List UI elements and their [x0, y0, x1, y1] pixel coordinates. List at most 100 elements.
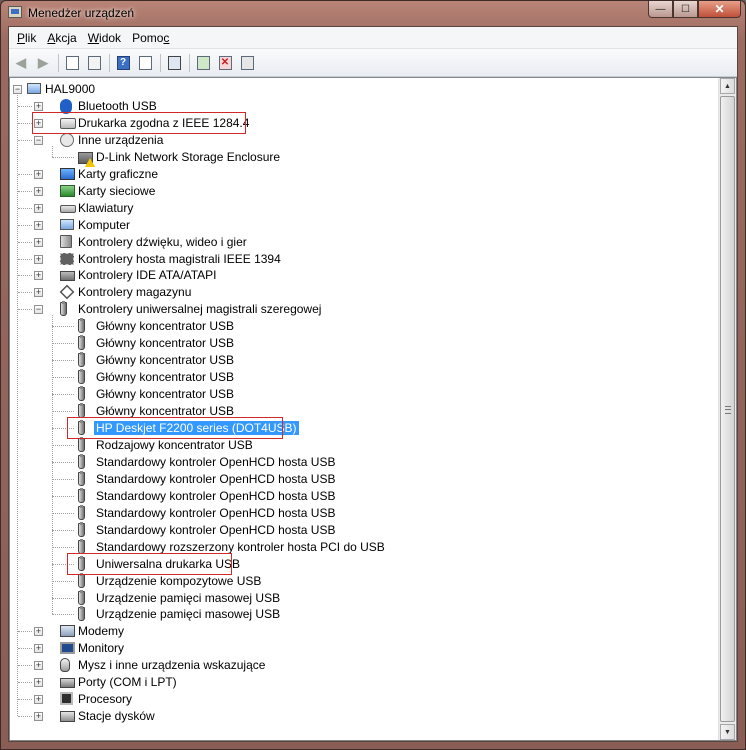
tree-item-label: Kontrolery hosta magistrali IEEE 1394	[78, 251, 281, 266]
tree-device-item[interactable]: Urządzenie kompozytowe USB	[10, 572, 710, 590]
expand-toggle[interactable]: +	[34, 678, 43, 688]
tree-category-item[interactable]: − Inne urządzenia	[10, 132, 710, 149]
expand-toggle[interactable]: +	[34, 237, 43, 247]
tree-device-item[interactable]: Standardowy kontroler OpenHCD hosta USB	[10, 453, 710, 471]
expand-toggle[interactable]: +	[34, 661, 43, 671]
title-bar[interactable]: Menedżer urządzeń — ☐ ✕	[1, 1, 745, 25]
collapse-toggle[interactable]: −	[34, 135, 43, 145]
tree-item-label: Kontrolery dźwięku, wideo i gier	[78, 234, 247, 249]
help-icon[interactable]: ?	[113, 53, 133, 73]
minimize-button[interactable]: —	[648, 1, 673, 18]
tree-connector	[52, 156, 74, 158]
expand-toggle[interactable]: +	[34, 644, 43, 654]
computer-icon	[27, 83, 41, 94]
annotation-highlight-box	[32, 111, 246, 134]
tree-category-item[interactable]: + Kontrolery hosta magistrali IEEE 1394	[10, 251, 710, 268]
usb-device-icon	[78, 403, 85, 419]
usb-device-icon	[78, 386, 85, 402]
keyboard-icon	[60, 204, 76, 213]
expand-toggle[interactable]: +	[34, 288, 43, 298]
usb-device-icon	[78, 572, 85, 588]
usb-device-icon	[78, 606, 85, 622]
expand-toggle[interactable]: +	[34, 271, 43, 281]
tree-device-item[interactable]: Standardowy kontroler OpenHCD hosta USB	[10, 521, 710, 539]
tree-connector	[18, 699, 32, 701]
tree-category-item[interactable]: + Kontrolery IDE ATA/ATAPI	[10, 267, 710, 284]
expand-toggle[interactable]: +	[34, 712, 43, 722]
collapse-toggle[interactable]: −	[34, 305, 43, 315]
forward-arrow-icon[interactable]: ▶	[33, 53, 53, 73]
expand-toggle[interactable]: +	[34, 203, 43, 213]
tree-category-item[interactable]: + Mysz i inne urządzenia wskazujące	[10, 657, 710, 674]
tree-category-item[interactable]: + Karty graficzne	[10, 166, 710, 183]
collapse-toggle[interactable]: −	[13, 85, 22, 94]
device-manager-app-icon[interactable]	[8, 6, 22, 18]
tree-category-item[interactable]: + Stacje dysków	[10, 708, 710, 725]
expand-toggle[interactable]: +	[34, 695, 43, 705]
tree-device-item[interactable]: Rodzajowy koncentrator USB	[10, 436, 710, 454]
tree-device-item[interactable]: Główny koncentrator USB	[10, 318, 710, 335]
tree-device-item[interactable]: Główny koncentrator USB	[10, 335, 710, 352]
toolbar-separator	[160, 53, 161, 72]
usb-device-icon	[78, 538, 85, 554]
menu-plik[interactable]: Plik	[12, 29, 41, 47]
expand-toggle[interactable]: +	[34, 186, 43, 196]
tree-category-item[interactable]: + Kontrolery dźwięku, wideo i gier	[10, 234, 710, 251]
properties-icon[interactable]	[84, 53, 104, 73]
scan-hardware-changes-icon[interactable]	[164, 53, 184, 73]
expand-toggle[interactable]: +	[34, 101, 43, 111]
usb-device-icon	[78, 470, 85, 486]
tree-connector	[52, 495, 74, 497]
action-pane-icon[interactable]	[135, 53, 155, 73]
tree-device-item[interactable]: Standardowy kontroler OpenHCD hosta USB	[10, 487, 710, 505]
disable-device-icon[interactable]	[237, 53, 257, 73]
expand-toggle[interactable]: +	[34, 254, 43, 264]
tree-category-item[interactable]: + Monitory	[10, 640, 710, 657]
tree-category-item[interactable]: + Kontrolery magazynu	[10, 284, 710, 301]
tree-device-item[interactable]: Główny koncentrator USB	[10, 386, 710, 403]
scroll-thumb[interactable]	[720, 96, 735, 722]
sound-icon	[60, 234, 72, 248]
update-driver-icon[interactable]	[193, 53, 213, 73]
tree-item-label: Inne urządzenia	[78, 132, 164, 147]
tree-device-item[interactable]: D-Link Network Storage Enclosure	[10, 149, 710, 167]
maximize-button[interactable]: ☐	[673, 1, 698, 18]
menu-pomoc[interactable]: Pomoc	[127, 29, 174, 47]
close-button[interactable]: ✕	[698, 1, 741, 18]
scroll-down-button[interactable]: ▼	[720, 724, 735, 740]
tree-category-item[interactable]: + Klawiatury	[10, 200, 710, 217]
tree-category-item[interactable]: − Kontrolery uniwersalnej magistrali szer…	[10, 301, 710, 318]
tree-item-label: Monitory	[78, 641, 125, 656]
show-hide-console-tree-icon[interactable]	[62, 53, 82, 73]
tree-device-item[interactable]: Urządzenie pamięci masowej USB	[10, 606, 710, 623]
expand-toggle[interactable]: +	[34, 220, 43, 230]
tree-device-item[interactable]: Główny koncentrator USB	[10, 352, 710, 369]
expand-toggle[interactable]: +	[34, 627, 43, 637]
menu-widok[interactable]: Widok	[83, 29, 126, 47]
menu-akcja[interactable]: Akcja	[42, 29, 81, 47]
tree-category-item[interactable]: + Procesory	[10, 691, 710, 708]
tree-item-label: Urządzenie kompozytowe USB	[96, 573, 262, 588]
tree-connector	[52, 529, 74, 531]
tree-device-item[interactable]: Główny koncentrator USB	[10, 369, 710, 386]
device-tree[interactable]: − HAL9000 + Bluetooth USB + Drukarka zgodna z…	[9, 77, 737, 741]
tree-category-item[interactable]: + Komputer	[10, 217, 710, 234]
tree-category-item[interactable]: + Porty (COM i LPT)	[10, 674, 710, 691]
usb-device-icon	[78, 318, 85, 334]
tree-connector	[52, 597, 74, 599]
vertical-scrollbar[interactable]: ▲ ▼	[718, 78, 736, 740]
usb-device-icon	[78, 352, 85, 368]
usb-device-icon	[78, 335, 85, 351]
display-adapter-icon	[60, 167, 75, 180]
uninstall-icon[interactable]: ✕	[215, 53, 235, 73]
tree-device-item[interactable]: Urządzenie pamięci masowej USB	[10, 589, 710, 607]
tree-category-item[interactable]: + Karty sieciowe	[10, 183, 710, 200]
tree-category-item[interactable]: + Modemy	[10, 623, 710, 640]
client-area: Plik Akcja Widok Pomoc ◀ ▶ ? ✕ − HAL9000 +…	[8, 26, 738, 742]
tree-root[interactable]: − HAL9000	[10, 81, 710, 98]
tree-device-item[interactable]: Standardowy kontroler OpenHCD hosta USB	[10, 504, 710, 522]
tree-device-item[interactable]: Standardowy kontroler OpenHCD hosta USB	[10, 470, 710, 488]
expand-toggle[interactable]: +	[34, 169, 43, 179]
back-arrow-icon[interactable]: ◀	[11, 53, 31, 73]
scroll-up-button[interactable]: ▲	[720, 78, 735, 94]
